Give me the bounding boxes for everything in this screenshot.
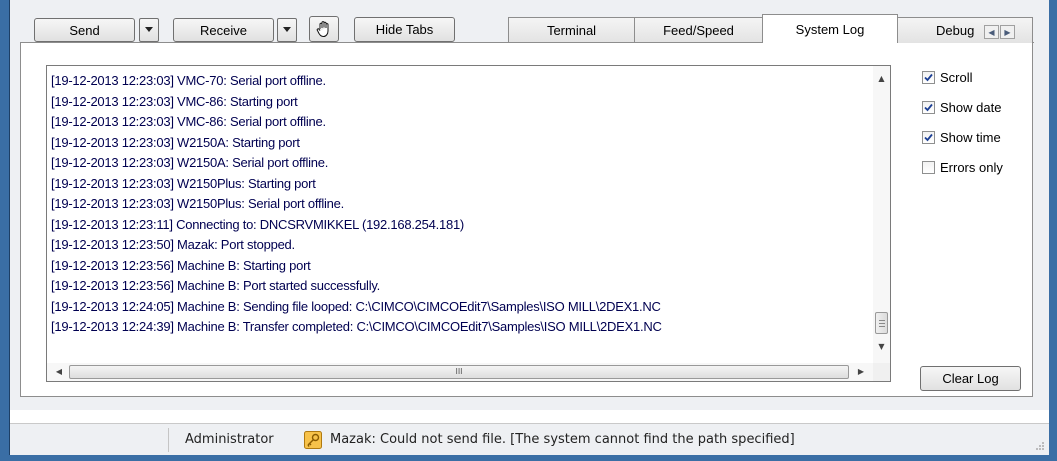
- tab-scroll-arrows: ◀ ▶: [984, 25, 1016, 39]
- hand-tool-button[interactable]: [309, 16, 339, 42]
- clear-log-button[interactable]: Clear Log: [920, 366, 1021, 391]
- show-date-label: Show date: [940, 99, 1002, 115]
- receive-dropdown-button[interactable]: [277, 18, 297, 42]
- scroll-right-arrow-icon[interactable]: ▶: [855, 365, 867, 379]
- errors-only-checkbox[interactable]: Errors only: [922, 159, 1003, 175]
- scroll-corner: [873, 363, 890, 381]
- system-log-list[interactable]: [19-12-2013 12:23:03] VMC-70: Serial por…: [46, 65, 891, 382]
- log-line: [19-12-2013 12:23:03] W2150A: Starting p…: [51, 134, 300, 150]
- status-separator: [168, 428, 169, 452]
- show-time-checkbox[interactable]: Show time: [922, 129, 1001, 145]
- show-time-label: Show time: [940, 129, 1001, 145]
- tab-scroll-right-button[interactable]: ▶: [1000, 25, 1015, 39]
- log-line: [19-12-2013 12:23:56] Machine B: Port st…: [51, 278, 380, 293]
- show-date-checkbox[interactable]: Show date: [922, 99, 1001, 115]
- checkmark-icon: [924, 73, 933, 81]
- checkmark-icon: [924, 103, 933, 111]
- scroll-left-arrow-icon[interactable]: ◀: [53, 365, 65, 379]
- log-line: [19-12-2013 12:23:03] W2150Plus: Startin…: [51, 175, 316, 191]
- tab-feed-speed[interactable]: Feed/Speed: [634, 17, 763, 43]
- checkbox-box[interactable]: [922, 160, 935, 174]
- scroll-down-arrow-icon[interactable]: ▼: [873, 342, 890, 356]
- log-line: [19-12-2013 12:23:03] W2150Plus: Serial …: [51, 196, 344, 211]
- log-line: [19-12-2013 12:23:03] VMC-86: Serial por…: [51, 114, 326, 129]
- tab-terminal[interactable]: Terminal: [508, 17, 635, 43]
- checkbox-box[interactable]: [922, 70, 935, 84]
- vertical-scrollbar[interactable]: ▲ ▼: [873, 66, 890, 363]
- resize-grip-icon[interactable]: [1035, 441, 1045, 451]
- log-line: [19-12-2013 12:23:03] VMC-70: Serial por…: [51, 73, 326, 88]
- log-lines: [19-12-2013 12:23:03] VMC-70: Serial por…: [51, 71, 871, 338]
- hide-tabs-button[interactable]: Hide Tabs: [354, 17, 455, 42]
- scroll-label: Scroll: [940, 69, 973, 85]
- hand-icon: [316, 21, 329, 37]
- checkmark-icon: [924, 133, 933, 141]
- vertical-scroll-thumb[interactable]: [875, 312, 888, 334]
- window-frame-right: [1049, 0, 1057, 461]
- scroll-checkbox[interactable]: Scroll: [922, 69, 973, 85]
- horizontal-scroll-thumb[interactable]: III: [69, 365, 849, 379]
- window-frame-bottom: [0, 455, 1057, 461]
- window-frame-left: [0, 0, 9, 461]
- log-line: [19-12-2013 12:24:05] Machine B: Sending…: [51, 298, 661, 314]
- send-dropdown-button[interactable]: [139, 18, 159, 42]
- log-line: [19-12-2013 12:24:39] Machine B: Transfe…: [51, 319, 662, 334]
- log-line: [19-12-2013 12:23:11] Connecting to: DNC…: [51, 216, 465, 232]
- status-bar: Administrator Mazak: Could not send file…: [10, 423, 1049, 455]
- send-button[interactable]: Send: [34, 18, 135, 42]
- tab-system-log[interactable]: System Log: [762, 14, 898, 44]
- log-line: [19-12-2013 12:23:50] Mazak: Port stoppe…: [51, 237, 295, 252]
- chevron-down-icon: [145, 27, 153, 32]
- scroll-up-arrow-icon[interactable]: ▲: [873, 74, 890, 88]
- log-line: [19-12-2013 12:23:03] W2150A: Serial por…: [51, 155, 329, 170]
- log-line: [19-12-2013 12:23:03] VMC-86: Starting p…: [51, 93, 298, 109]
- horizontal-scrollbar[interactable]: ◀ III ▶: [47, 363, 873, 381]
- checkbox-box[interactable]: [922, 130, 935, 144]
- status-message: Mazak: Could not send file. [The system …: [330, 432, 795, 447]
- receive-button[interactable]: Receive: [173, 18, 274, 42]
- chevron-down-icon: [283, 27, 291, 32]
- checkbox-box[interactable]: [922, 100, 935, 114]
- errors-only-label: Errors only: [940, 159, 1003, 175]
- tab-scroll-left-button[interactable]: ◀: [984, 25, 999, 39]
- log-line: [19-12-2013 12:23:56] Machine B: Startin…: [51, 257, 311, 273]
- status-user: Administrator: [185, 432, 274, 447]
- key-icon: [304, 431, 322, 449]
